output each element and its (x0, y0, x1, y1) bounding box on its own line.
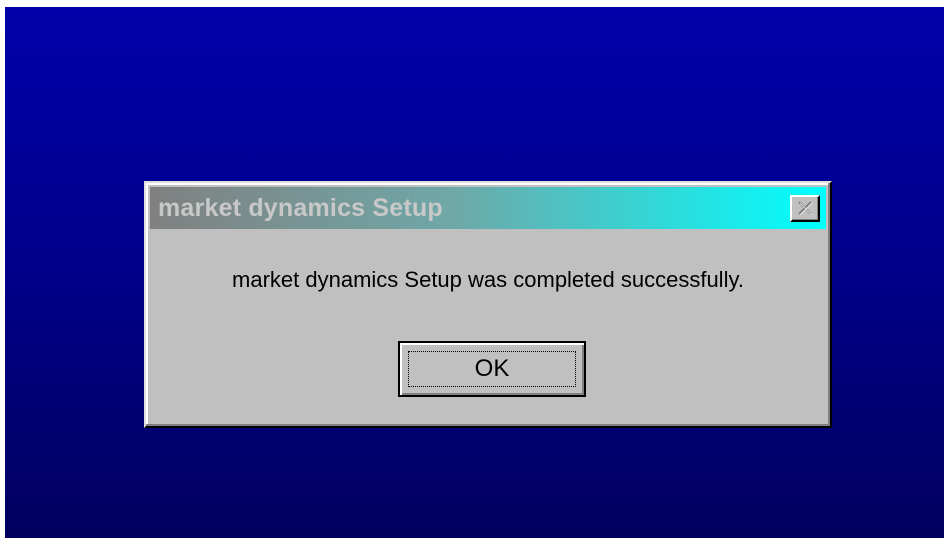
ok-button-label: OK (474, 355, 510, 382)
dialog-title: market dynamics Setup (158, 193, 443, 222)
dialog-message: market dynamics Setup was completed succ… (232, 267, 744, 292)
ok-button[interactable]: OK (398, 341, 586, 397)
setup-complete-dialog: market dynamics Setup market dynamics Se… (144, 181, 832, 428)
close-icon (798, 201, 813, 215)
title-bar[interactable]: market dynamics Setup (150, 187, 826, 229)
desktop-background: market dynamics Setup market dynamics Se… (5, 7, 944, 538)
close-button[interactable] (790, 194, 820, 222)
